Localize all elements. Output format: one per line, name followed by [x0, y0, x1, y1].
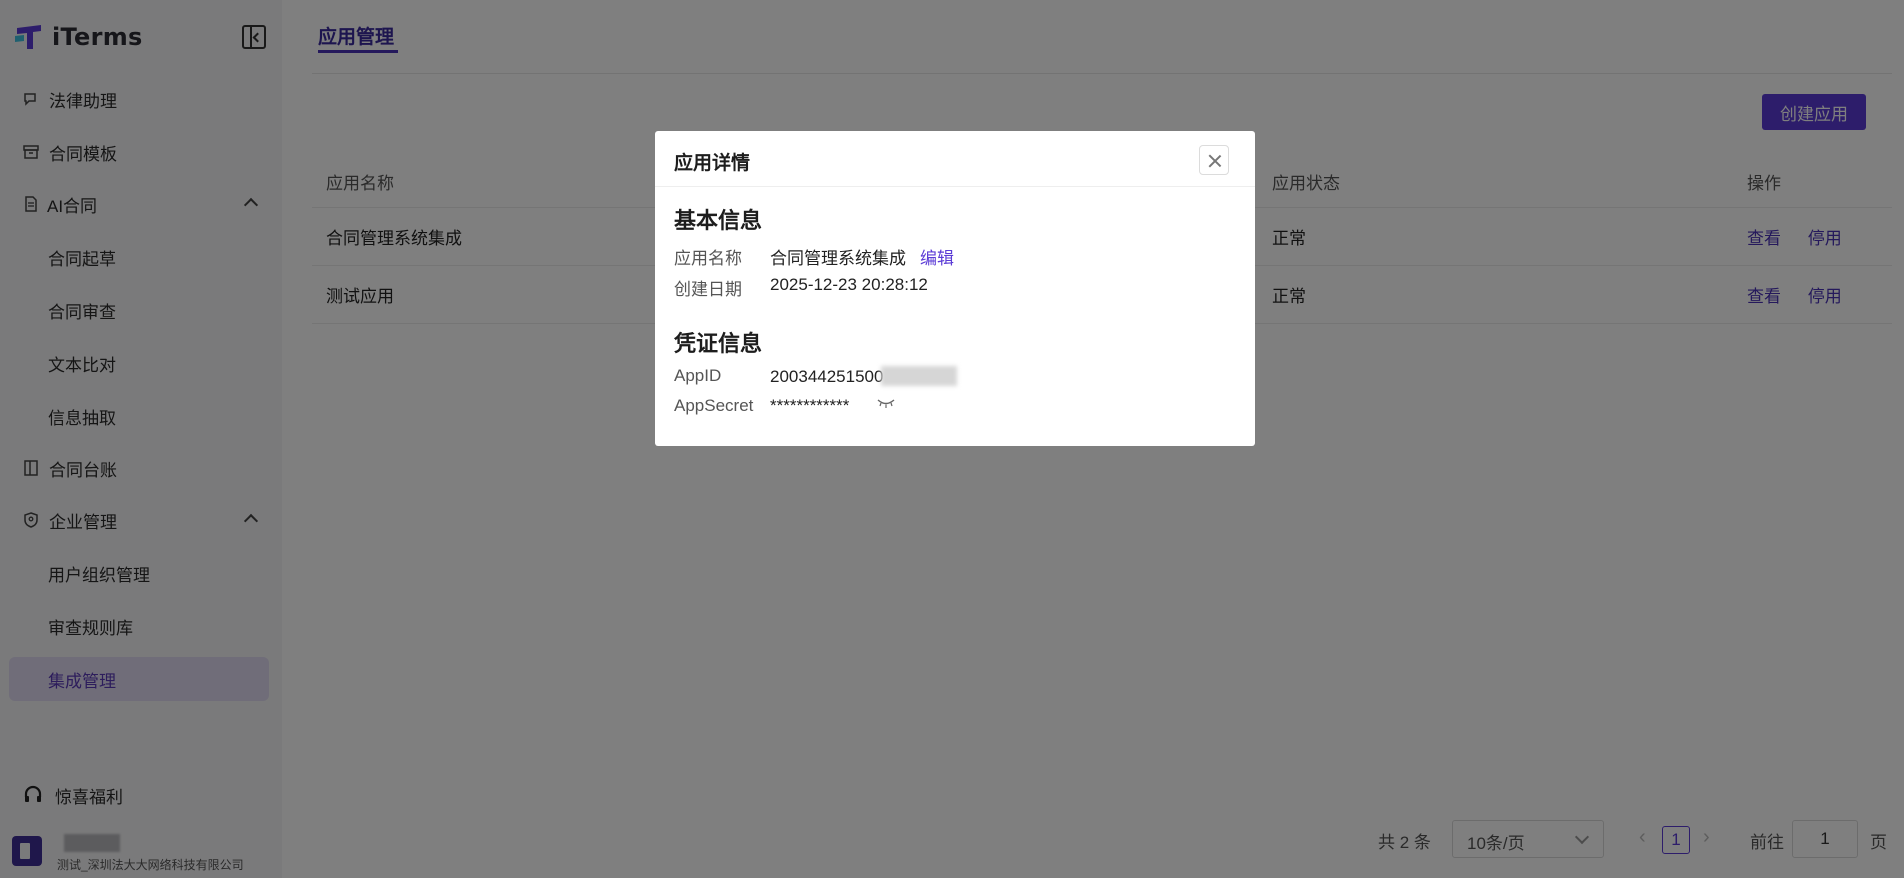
app-name-text: 合同管理系统集成	[770, 249, 906, 268]
created-date-value: 2025-12-23 20:28:12	[770, 275, 928, 294]
app-name-value: 合同管理系统集成 编辑	[770, 244, 954, 269]
edit-link[interactable]: 编辑	[920, 249, 954, 268]
credential-info-heading: 凭证信息	[674, 331, 763, 356]
appid-redacted	[881, 366, 958, 386]
basic-info-heading: 基本信息	[674, 208, 763, 233]
appid-value[interactable]: 200344251500	[770, 366, 958, 387]
app-name-label: 应用名称	[674, 249, 742, 268]
close-icon[interactable]	[1199, 145, 1229, 175]
appsecret-label: AppSecret	[674, 396, 754, 415]
eye-closed-icon[interactable]	[876, 397, 896, 409]
modal-title: 应用详情	[674, 153, 751, 174]
modal-header: 应用详情	[655, 131, 1255, 187]
appsecret-value: ************	[770, 396, 850, 415]
appid-label: AppID	[674, 366, 722, 385]
app-detail-dialog: 应用详情 基本信息 应用名称 合同管理系统集成 编辑 创建日期 2025-12-2…	[655, 131, 1255, 446]
appid-text: 200344251500	[770, 367, 884, 386]
created-date-label: 创建日期	[674, 280, 742, 299]
